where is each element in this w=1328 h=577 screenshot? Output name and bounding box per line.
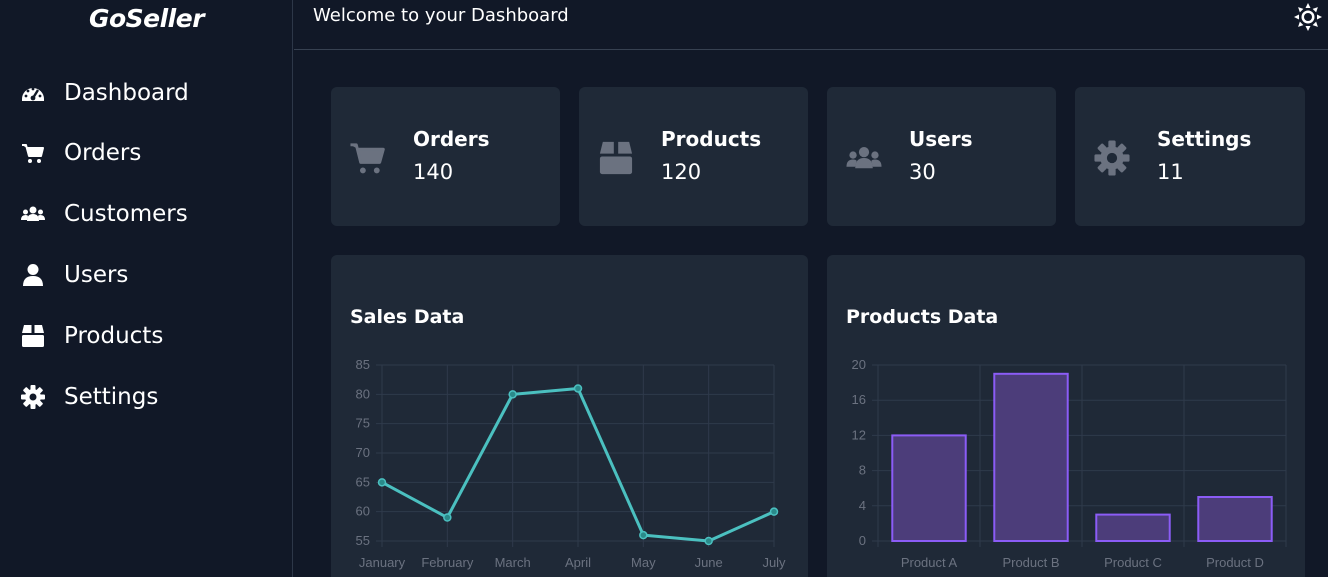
users-icon [20,200,48,228]
products-bar-chart: 0 4 8 12 16 20 Product A Product B Product C Prod… [852,357,1287,570]
box-icon [20,322,48,350]
top-header: Welcome to your Dashboard [294,0,1328,50]
sidebar: GoSeller Dashboard Orders Customers User… [0,0,293,577]
x-tick-label: Product C [1104,555,1162,570]
cart-icon [349,139,387,177]
sidebar-item-label: Customers [64,201,188,227]
x-tick-label: June [695,555,723,570]
stat-card-value: 140 [413,160,454,184]
stat-card-orders[interactable]: Orders 140 [331,87,560,226]
y-tick-label: 80 [356,386,370,401]
stat-card-users[interactable]: Users 30 [827,87,1056,226]
bar [993,372,1069,542]
sidebar-item-label: Orders [64,140,142,166]
x-tick-label: Product D [1206,555,1264,570]
bar [1197,496,1273,542]
sun-icon [1294,3,1322,31]
stat-card-value: 11 [1157,160,1184,184]
gear-icon [20,383,48,411]
data-point [769,507,779,516]
user-icon [20,261,48,289]
app-logo[interactable]: GoSeller [0,4,293,33]
x-tick-label: May [631,555,656,570]
data-point [443,513,452,522]
stat-card-settings[interactable]: Settings 11 [1075,87,1305,226]
data-point [639,530,648,540]
box-icon [597,139,635,177]
sidebar-item-label: Users [64,262,129,288]
y-tick-label: 8 [859,463,866,478]
stat-card-products[interactable]: Products 120 [579,87,808,226]
users-icon [845,139,883,177]
sales-line-chart: 55 60 65 70 75 80 85 January February March April M… [356,357,787,570]
y-tick-label: 75 [356,416,370,431]
y-tick-label: 85 [356,357,370,372]
sidebar-item-settings[interactable]: Settings [20,377,270,417]
y-tick-label: 16 [852,392,866,407]
stat-card-value: 120 [661,160,702,184]
sidebar-item-label: Dashboard [64,80,189,106]
bar [1095,513,1171,543]
stat-card-title: Settings [1157,127,1252,151]
sidebar-item-label: Settings [64,384,159,410]
page-title: Welcome to your Dashboard [313,5,569,26]
y-tick-label: 0 [859,533,866,548]
data-point [377,478,387,487]
gauge-icon [20,79,48,107]
theme-toggle-button[interactable] [1294,3,1322,31]
stat-card-title: Orders [413,127,490,151]
gear-icon [1093,139,1131,177]
sidebar-item-dashboard[interactable]: Dashboard [20,73,270,113]
y-tick-label: 70 [356,445,370,460]
x-tick-label: February [421,555,474,570]
x-tick-label: July [762,555,786,570]
x-tick-label: March [495,555,531,570]
y-tick-label: 12 [852,427,866,442]
stat-card-title: Users [909,127,973,151]
y-tick-label: 60 [356,504,370,519]
bar [891,434,967,542]
x-tick-label: January [359,555,406,570]
sidebar-item-orders[interactable]: Orders [20,133,270,173]
sidebar-item-users[interactable]: Users [20,255,270,295]
data-point [508,390,517,399]
stat-card-value: 30 [909,160,936,184]
data-point [573,384,583,393]
x-tick-label: April [565,555,591,570]
sidebar-item-products[interactable]: Products [20,316,270,356]
y-tick-label: 4 [859,498,866,513]
data-point [704,536,713,546]
sidebar-item-label: Products [64,323,164,349]
products-chart-panel: Products Data 0 4 8 12 16 20 Product A Product … [827,255,1305,577]
stat-card-title: Products [661,127,762,151]
y-tick-label: 55 [356,533,370,548]
sidebar-item-customers[interactable]: Customers [20,194,270,234]
y-tick-label: 65 [356,474,370,489]
x-tick-label: Product A [901,555,958,570]
x-tick-label: Product B [1002,555,1059,570]
y-tick-label: 20 [852,357,866,372]
sales-chart-panel: Sales Data 55 60 65 70 75 80 85 January February… [331,255,808,577]
cart-icon [20,139,48,167]
